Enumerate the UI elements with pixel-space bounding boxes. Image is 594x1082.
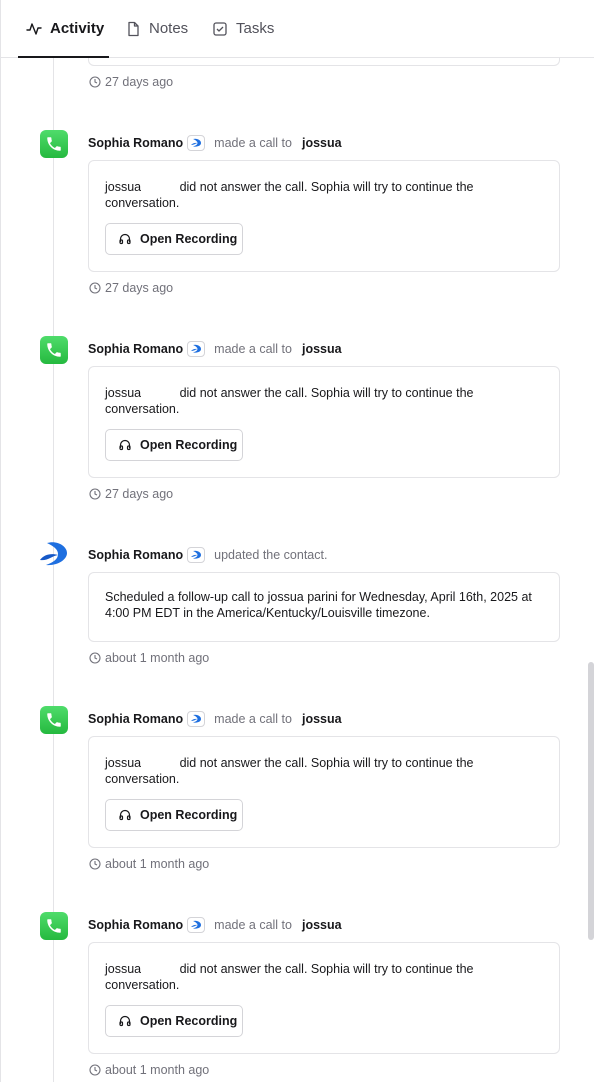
open-recording-button[interactable]: Open Recording <box>105 429 243 461</box>
actor-name[interactable]: Sophia Romano <box>88 136 183 150</box>
tab-label: Notes <box>149 20 189 37</box>
activity-header: Sophia Romano made a call to jossua <box>88 710 342 728</box>
button-label: Open Recording <box>140 808 238 822</box>
timestamp: about 1 month ago <box>89 1062 209 1078</box>
clock-icon <box>89 488 101 500</box>
contact-name: jossua <box>105 386 142 400</box>
activity-header: Sophia Romano made a call to jossua <box>88 134 342 152</box>
timestamp-text: about 1 month ago <box>105 857 210 871</box>
clock-icon <box>89 858 101 870</box>
actor-name[interactable]: Sophia Romano <box>88 918 183 932</box>
tab-activity[interactable]: Activity <box>26 0 104 57</box>
app-logo-icon <box>187 547 206 563</box>
button-label: Open Recording <box>140 438 238 452</box>
headphones-icon <box>119 439 131 451</box>
app-logo-icon <box>39 541 69 569</box>
activity-message: jossua did not answer the call. Sophia w… <box>105 753 545 787</box>
timestamp-text: about 1 month ago <box>105 651 210 665</box>
clock-icon <box>89 282 101 294</box>
activity-header: Sophia Romano made a call to jossua <box>88 340 342 358</box>
timestamp: 27 days ago <box>89 74 173 90</box>
activity-icon <box>26 22 42 35</box>
contact-link[interactable]: jossua <box>302 918 342 932</box>
app-logo-icon <box>187 135 206 151</box>
activity-card: jossua did not answer the call. Sophia w… <box>88 160 560 272</box>
tab-bar: Activity Notes Tasks <box>1 0 594 58</box>
timestamp-text: 27 days ago <box>105 487 174 501</box>
contact-link[interactable]: jossua <box>302 136 342 150</box>
timestamp-text: 27 days ago <box>105 75 174 89</box>
open-recording-button[interactable]: Open Recording <box>105 799 243 831</box>
phone-icon <box>40 130 68 158</box>
timestamp: about 1 month ago <box>89 856 209 872</box>
activity-verb: made a call to <box>214 918 292 932</box>
open-recording-button[interactable]: Open Recording <box>105 223 243 255</box>
activity-message: Scheduled a follow-up call to jossua par… <box>105 590 532 620</box>
contact-name: jossua <box>105 962 142 976</box>
actor-name[interactable]: Sophia Romano <box>88 548 183 562</box>
contact-link[interactable]: jossua <box>302 342 342 356</box>
activity-message: jossua did not answer the call. Sophia w… <box>105 177 545 211</box>
activity-header: Sophia Romano updated the contact. <box>88 546 337 564</box>
activity-header: Sophia Romano made a call to jossua <box>88 916 342 934</box>
app-logo-icon <box>187 711 206 727</box>
activity-card: Scheduled a follow-up call to jossua par… <box>88 572 560 642</box>
headphones-icon <box>119 809 131 821</box>
timestamp-text: 27 days ago <box>105 281 174 295</box>
active-tab-indicator <box>18 56 109 58</box>
checkbox-icon <box>213 21 227 36</box>
phone-icon <box>40 912 68 940</box>
activity-card: jossua did not answer the call. Sophia w… <box>88 736 560 848</box>
phone-icon <box>40 336 68 364</box>
activity-message: jossua did not answer the call. Sophia w… <box>105 959 545 993</box>
tab-label: Activity <box>50 20 105 37</box>
tab-notes[interactable]: Notes <box>125 0 188 57</box>
contact-link[interactable]: jossua <box>302 712 342 726</box>
activity-message: jossua did not answer the call. Sophia w… <box>105 383 545 417</box>
activity-panel: Activity Notes Tasks 27 days ago Sophia … <box>0 0 594 1082</box>
activity-verb: made a call to <box>214 136 292 150</box>
activity-card: jossua did not answer the call. Sophia w… <box>88 942 560 1054</box>
app-logo-icon <box>187 917 206 933</box>
activity-card: jossua did not answer the call. Sophia w… <box>88 366 560 478</box>
actor-name[interactable]: Sophia Romano <box>88 342 183 356</box>
clock-icon <box>89 76 101 88</box>
timestamp: about 1 month ago <box>89 650 209 666</box>
button-label: Open Recording <box>140 1014 238 1028</box>
open-recording-button[interactable]: Open Recording <box>105 1005 243 1037</box>
app-logo-icon <box>187 341 206 357</box>
clock-icon <box>89 652 101 664</box>
contact-name: jossua <box>105 180 142 194</box>
headphones-icon <box>119 1015 131 1027</box>
scrollbar-thumb[interactable] <box>588 662 594 940</box>
document-icon <box>128 21 139 36</box>
phone-icon <box>40 706 68 734</box>
tab-tasks[interactable]: Tasks <box>212 0 274 57</box>
clock-icon <box>89 1064 101 1076</box>
contact-name: jossua <box>105 756 142 770</box>
timestamp: 27 days ago <box>89 486 173 502</box>
activity-verb: made a call to <box>214 712 292 726</box>
headphones-icon <box>119 233 131 245</box>
button-label: Open Recording <box>140 232 238 246</box>
timestamp: 27 days ago <box>89 280 173 296</box>
timestamp-text: about 1 month ago <box>105 1063 210 1077</box>
actor-name[interactable]: Sophia Romano <box>88 712 183 726</box>
tab-label: Tasks <box>236 20 275 37</box>
activity-verb: made a call to <box>214 342 292 356</box>
activity-verb: updated the contact. <box>214 548 328 562</box>
